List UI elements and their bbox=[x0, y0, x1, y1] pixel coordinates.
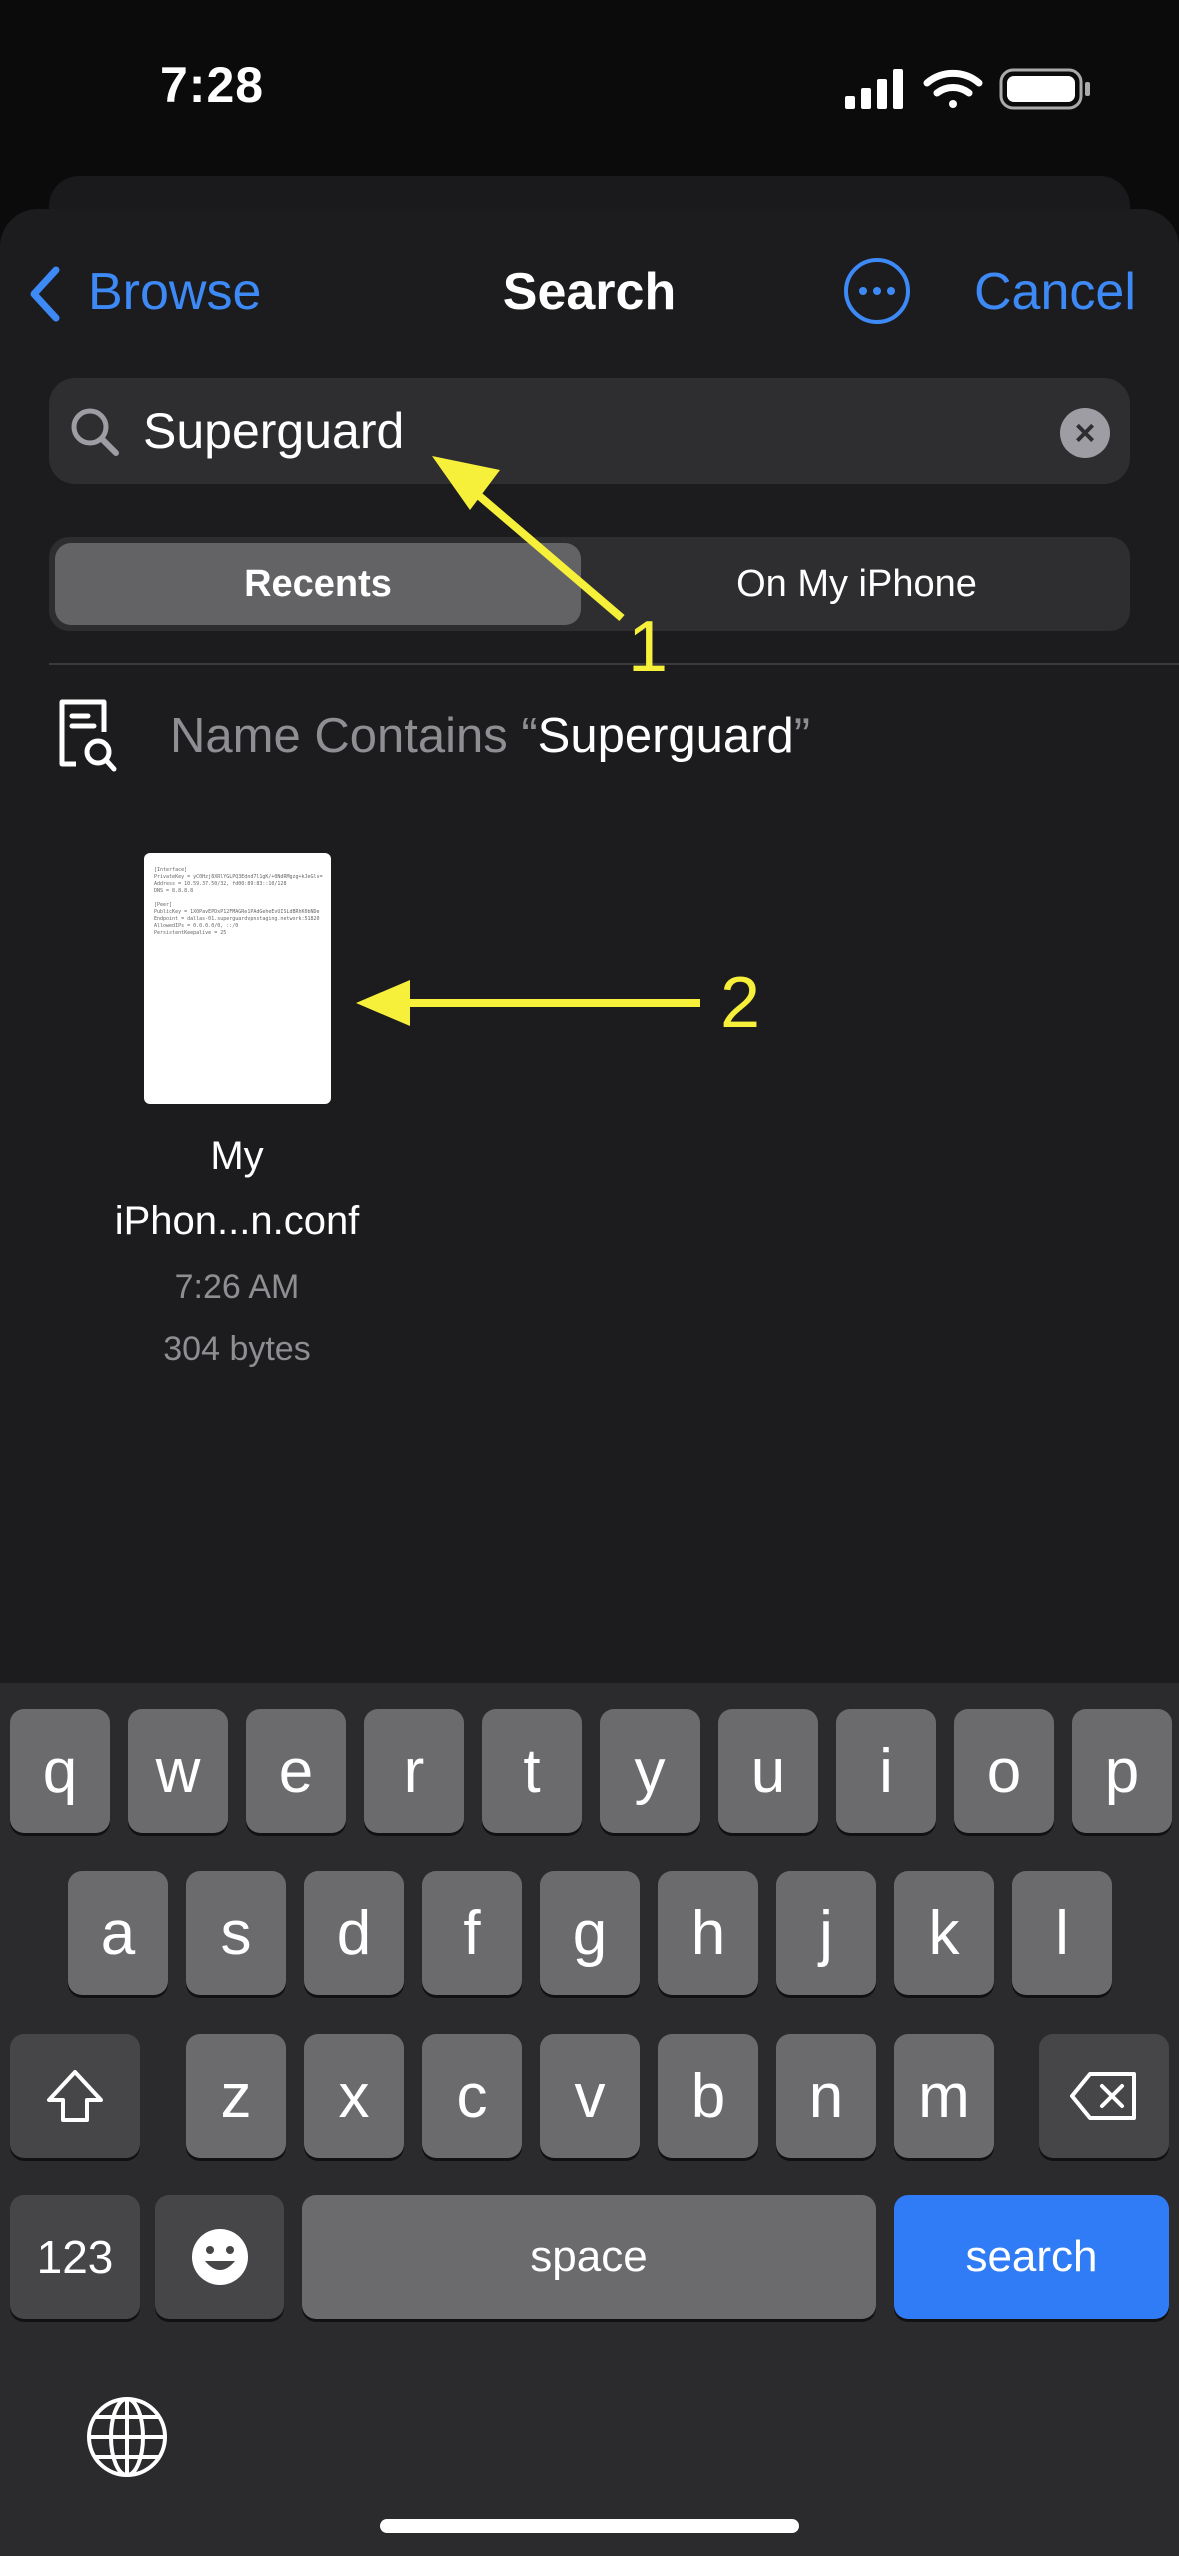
key-x[interactable]: x bbox=[304, 2034, 404, 2158]
file-time: 7:26 AM bbox=[174, 1268, 300, 1306]
key-i[interactable]: i bbox=[836, 1709, 936, 1833]
space-key[interactable]: space bbox=[302, 2195, 876, 2319]
key-o[interactable]: o bbox=[954, 1709, 1054, 1833]
key-e[interactable]: e bbox=[246, 1709, 346, 1833]
key-z[interactable]: z bbox=[186, 2034, 286, 2158]
key-k[interactable]: k bbox=[894, 1871, 994, 1995]
key-q[interactable]: q bbox=[10, 1709, 110, 1833]
key-j[interactable]: j bbox=[776, 1871, 876, 1995]
key-w[interactable]: w bbox=[128, 1709, 228, 1833]
key-b[interactable]: b bbox=[658, 2034, 758, 2158]
key-c[interactable]: c bbox=[422, 2034, 522, 2158]
annotation-label-1: 1 bbox=[628, 607, 669, 687]
annotation-arrow-2 bbox=[356, 980, 700, 1026]
numbers-key[interactable]: 123 bbox=[10, 2195, 140, 2319]
key-g[interactable]: g bbox=[540, 1871, 640, 1995]
backspace-icon bbox=[1070, 2072, 1136, 2120]
emoji-key[interactable] bbox=[155, 2195, 284, 2319]
annotation-arrow-1 bbox=[432, 456, 625, 622]
annotation-arrows bbox=[356, 456, 700, 1026]
key-n[interactable]: n bbox=[776, 2034, 876, 2158]
key-a[interactable]: a bbox=[68, 1871, 168, 1995]
globe-icon[interactable] bbox=[85, 2395, 169, 2479]
key-u[interactable]: u bbox=[718, 1709, 818, 1833]
key-y[interactable]: y bbox=[600, 1709, 700, 1833]
home-indicator[interactable] bbox=[380, 2519, 799, 2533]
shift-arrow-icon bbox=[47, 2070, 103, 2122]
file-name-line2[interactable]: iPhon...n.conf bbox=[87, 1199, 387, 1244]
key-h[interactable]: h bbox=[658, 1871, 758, 1995]
key-r[interactable]: r bbox=[364, 1709, 464, 1833]
annotation-label-2: 2 bbox=[720, 963, 761, 1043]
emoji-icon bbox=[191, 2229, 248, 2285]
key-d[interactable]: d bbox=[304, 1871, 404, 1995]
key-f[interactable]: f bbox=[422, 1871, 522, 1995]
shift-key[interactable] bbox=[10, 2034, 140, 2158]
key-s[interactable]: s bbox=[186, 1871, 286, 1995]
key-m[interactable]: m bbox=[894, 2034, 994, 2158]
key-t[interactable]: t bbox=[482, 1709, 582, 1833]
file-size: 304 bytes bbox=[163, 1330, 311, 1368]
key-l[interactable]: l bbox=[1012, 1871, 1112, 1995]
search-key[interactable]: search bbox=[894, 2195, 1169, 2319]
key-v[interactable]: v bbox=[540, 2034, 640, 2158]
key-p[interactable]: p bbox=[1072, 1709, 1172, 1833]
delete-key[interactable] bbox=[1039, 2034, 1169, 2158]
